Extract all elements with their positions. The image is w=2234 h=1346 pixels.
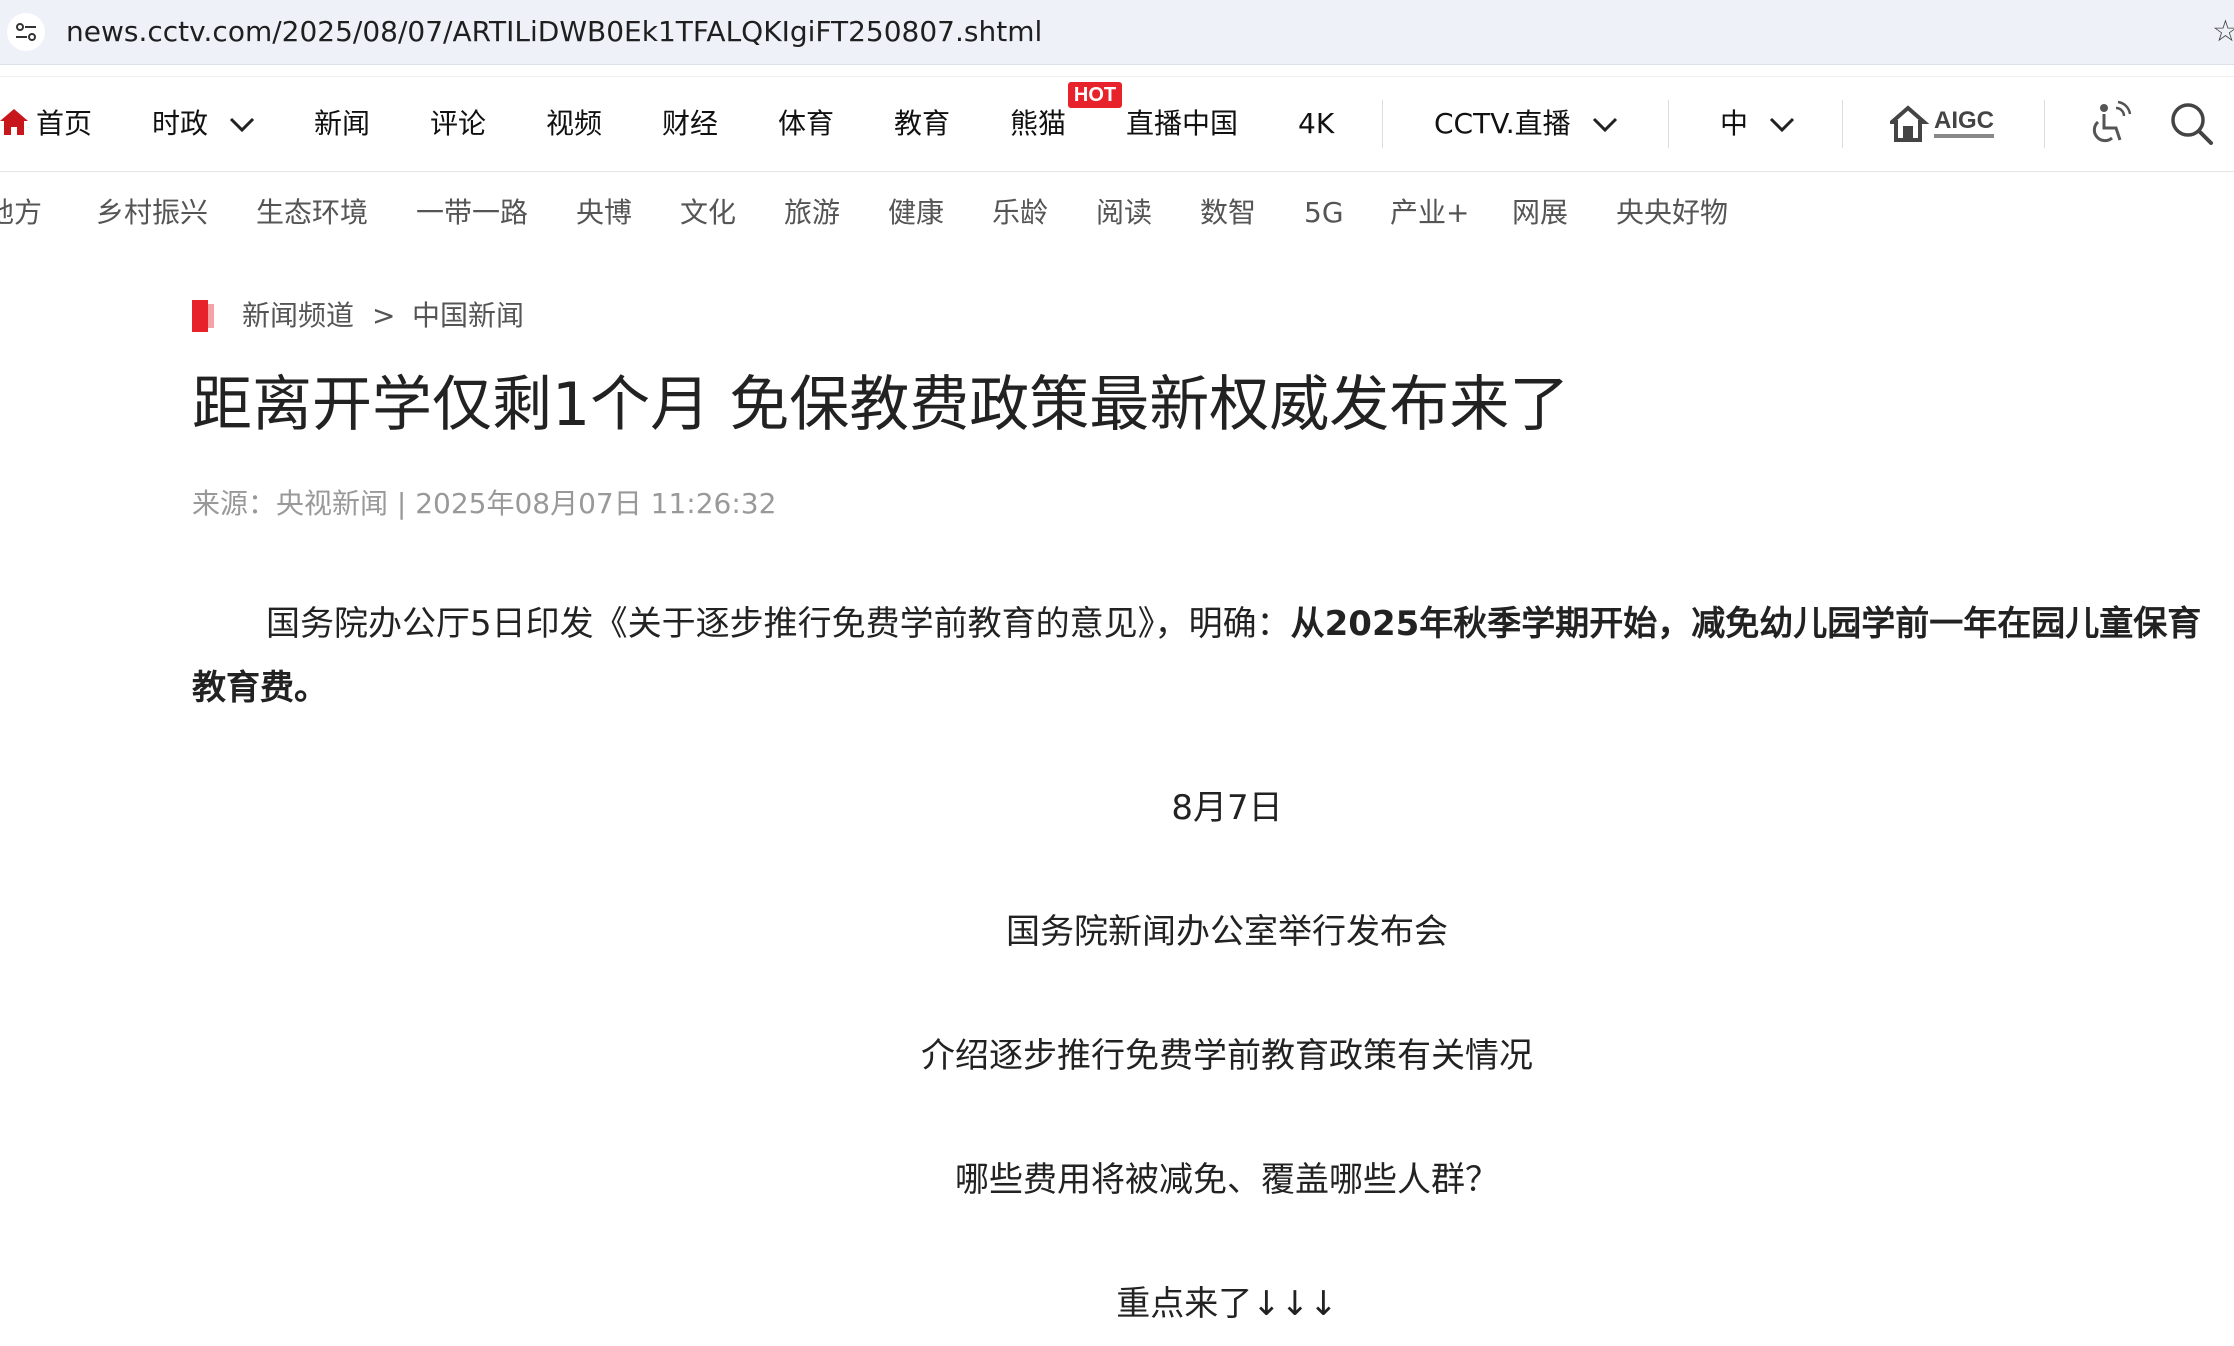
centered-line-topic: 介绍逐步推行免费学前教育政策有关情况 [921,1036,1533,1076]
breadcrumb-separator: > [372,299,396,332]
subnav-digital[interactable]: 数智 [1200,170,1256,256]
nav-politics-label: 时政 [152,107,209,140]
nav-finance[interactable]: 财经 [662,77,718,171]
nav-politics[interactable]: 时政 [152,77,255,171]
subnav-health[interactable]: 健康 [888,170,944,256]
subnav-yangbo[interactable]: 央博 [576,170,632,256]
breadcrumb-news-channel[interactable]: 新闻频道 [242,296,354,336]
paragraph-text: 国务院办公厅5日印发《关于逐步推行免费学前教育的意见》，明确： [266,604,1291,644]
subnav-industry[interactable]: 产业+ [1390,170,1469,256]
subnav-local[interactable]: 地方 [0,170,42,256]
subnav-senior[interactable]: 乐龄 [992,170,1048,256]
breadcrumb-china-news[interactable]: 中国新闻 [412,296,524,336]
nav-news[interactable]: 新闻 [314,77,370,171]
nav-language[interactable]: 中 [1720,77,1795,171]
tune-icon[interactable] [6,12,46,52]
nav-language-label: 中 [1720,107,1749,140]
hot-badge: HOT [1068,82,1122,108]
nav-comment[interactable]: 评论 [430,77,486,171]
chevron-down-icon [1769,117,1794,133]
nav-home[interactable]: 首页 [36,77,92,171]
browser-address-bar[interactable]: news.cctv.com/2025/08/07/ARTILiDWB0Ek1TF… [0,0,2234,65]
article-meta: 来源：央视新闻 | 2025年08月07日 11:26:32 [192,487,777,520]
aigc-logo[interactable]: AIGC [1890,102,2000,146]
nav-live-china[interactable]: 直播中国 [1126,77,1238,171]
subnav-reading[interactable]: 阅读 [1096,170,1152,256]
subnav-5g[interactable]: 5G [1304,170,1344,256]
subnav-goods[interactable]: 央央好物 [1616,170,1728,256]
centered-line-question: 哪些费用将被减免、覆盖哪些人群？ [955,1160,1499,1200]
nav-panda[interactable]: 熊猫 [1010,77,1066,171]
nav-video[interactable]: 视频 [546,77,602,171]
nav-cctv-live[interactable]: CCTV.直播 [1434,77,1618,171]
nav-4k[interactable]: 4K [1298,77,1334,171]
subnav-rural[interactable]: 乡村振兴 [96,170,208,256]
nav-sports[interactable]: 体育 [778,77,834,171]
nav-cctv-live-label: CCTV.直播 [1434,107,1571,140]
chevron-down-icon [1592,117,1617,133]
subnav-culture[interactable]: 文化 [680,170,736,256]
star-icon[interactable]: ☆ [2212,12,2234,52]
breadcrumb-mark-icon [192,300,214,332]
centered-line-briefing: 国务院新闻办公室举行发布会 [1006,912,1448,952]
subnav-exhibition[interactable]: 网展 [1512,170,1568,256]
subnav-belt-road[interactable]: 一带一路 [416,170,528,256]
home-icon[interactable] [0,107,28,137]
search-icon[interactable] [2168,100,2214,148]
nav-education[interactable]: 教育 [894,77,950,171]
sub-nav: 地方 乡村振兴 生态环境 一带一路 央博 文化 旅游 健康 乐龄 阅读 数智 5… [0,170,2234,256]
centered-line-highlight: 重点来了↓↓↓ [1116,1284,1338,1324]
svg-text:AIGC: AIGC [1934,107,1994,134]
nav-divider [2044,100,2045,148]
nav-divider [1842,100,1843,148]
article-title: 距离开学仅剩1个月 免保教费政策最新权威发布来了 [192,370,1570,440]
nav-divider [1382,100,1383,148]
centered-line-date: 8月7日 [1171,788,1283,828]
accessibility-icon[interactable] [2086,100,2132,148]
chevron-down-icon [229,117,254,133]
url-text[interactable]: news.cctv.com/2025/08/07/ARTILiDWB0Ek1TF… [66,12,1042,52]
nav-divider [1668,100,1669,148]
subnav-travel[interactable]: 旅游 [784,170,840,256]
article-paragraph: 国务院办公厅5日印发《关于逐步推行免费学前教育的意见》，明确：从2025年秋季学… [192,592,2202,720]
subnav-ecology[interactable]: 生态环境 [256,170,368,256]
